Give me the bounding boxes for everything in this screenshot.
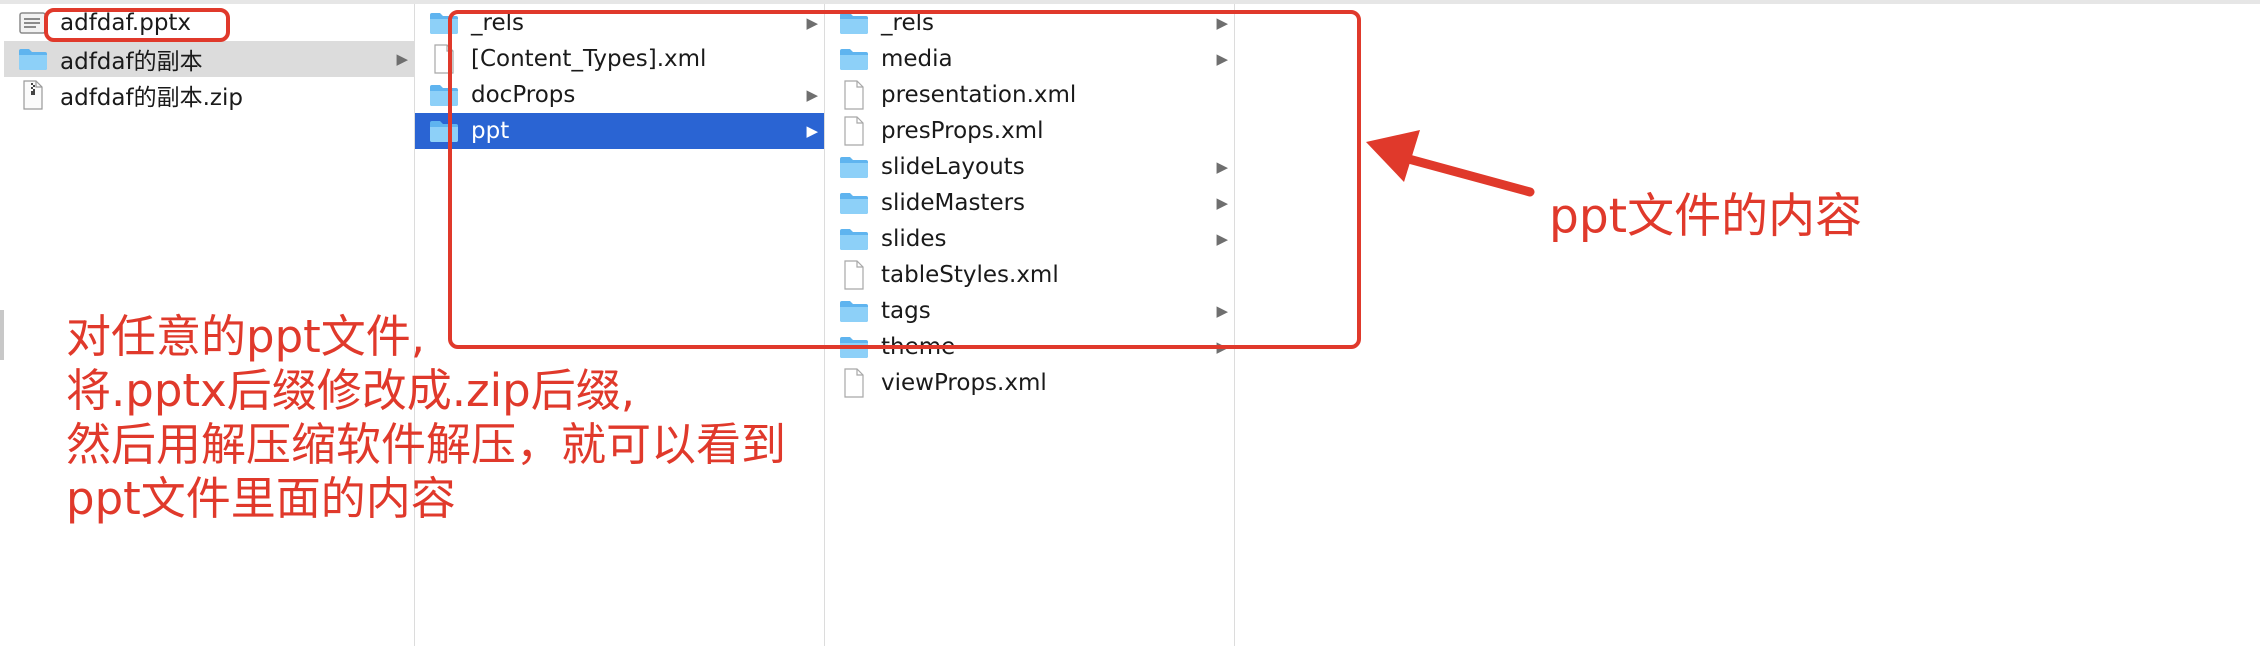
instruction-line: 对任意的ppt文件, (66, 310, 426, 363)
file-row[interactable]: adfdaf的副本 ▶ (4, 41, 414, 77)
instruction-line: 然后用解压缩软件解压，就可以看到 (66, 418, 787, 471)
file-icon (839, 365, 869, 401)
disclosure-arrow-icon: ▶ (396, 50, 408, 68)
file-row[interactable]: viewProps.xml (825, 365, 1234, 401)
file-name: adfdaf的副本 (60, 49, 203, 75)
column-empty (1235, 4, 2260, 646)
instruction-line: ppt文件里面的内容 (66, 472, 456, 525)
zip-file-icon (18, 77, 48, 113)
callout-label: ppt文件的内容 (1549, 189, 1863, 244)
instruction-note: 对任意的ppt文件, 将.pptx后缀修改成.zip后缀, 然后用解压缩软件解压… (66, 310, 786, 526)
file-row[interactable]: adfdaf的副本.zip (4, 77, 414, 113)
file-name: viewProps.xml (881, 370, 1047, 396)
folder-icon (18, 41, 48, 77)
file-name: adfdaf的副本.zip (60, 85, 243, 111)
highlight-box-pptx-file (44, 8, 230, 42)
instruction-line: 将.pptx后缀修改成.zip后缀, (66, 364, 636, 417)
highlight-box-ppt-contents (448, 10, 1361, 349)
